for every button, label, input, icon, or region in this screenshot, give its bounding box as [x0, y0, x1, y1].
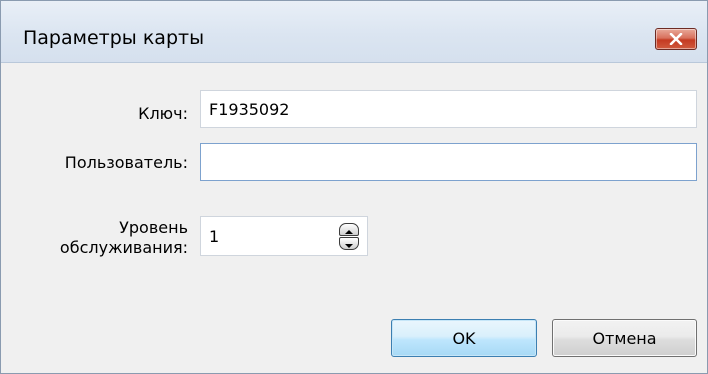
key-input[interactable]: [200, 90, 697, 128]
user-input[interactable]: [200, 143, 697, 181]
title-bar[interactable]: Параметры карты: [1, 1, 707, 63]
spinner-down-button[interactable]: [339, 237, 359, 250]
user-label: Пользователь:: [64, 153, 188, 172]
key-label: Ключ:: [138, 104, 188, 123]
service-level-label: Уровень обслуживания:: [59, 218, 188, 257]
cancel-button[interactable]: Отмена: [552, 319, 697, 357]
dialog-content: Ключ: Пользователь: Уровень обслуживания…: [1, 64, 707, 373]
close-icon: [656, 29, 696, 49]
window-title: Параметры карты: [23, 27, 205, 49]
service-level-stepper[interactable]: 1: [200, 216, 368, 256]
dialog-window: Параметры карты Ключ: Пользователь: Уров…: [0, 0, 708, 374]
chevron-down-icon: [344, 234, 354, 253]
ok-button[interactable]: OK: [391, 319, 537, 357]
service-level-value[interactable]: 1: [209, 227, 219, 247]
close-button[interactable]: [655, 28, 697, 50]
spinner-buttons: [339, 223, 359, 251]
